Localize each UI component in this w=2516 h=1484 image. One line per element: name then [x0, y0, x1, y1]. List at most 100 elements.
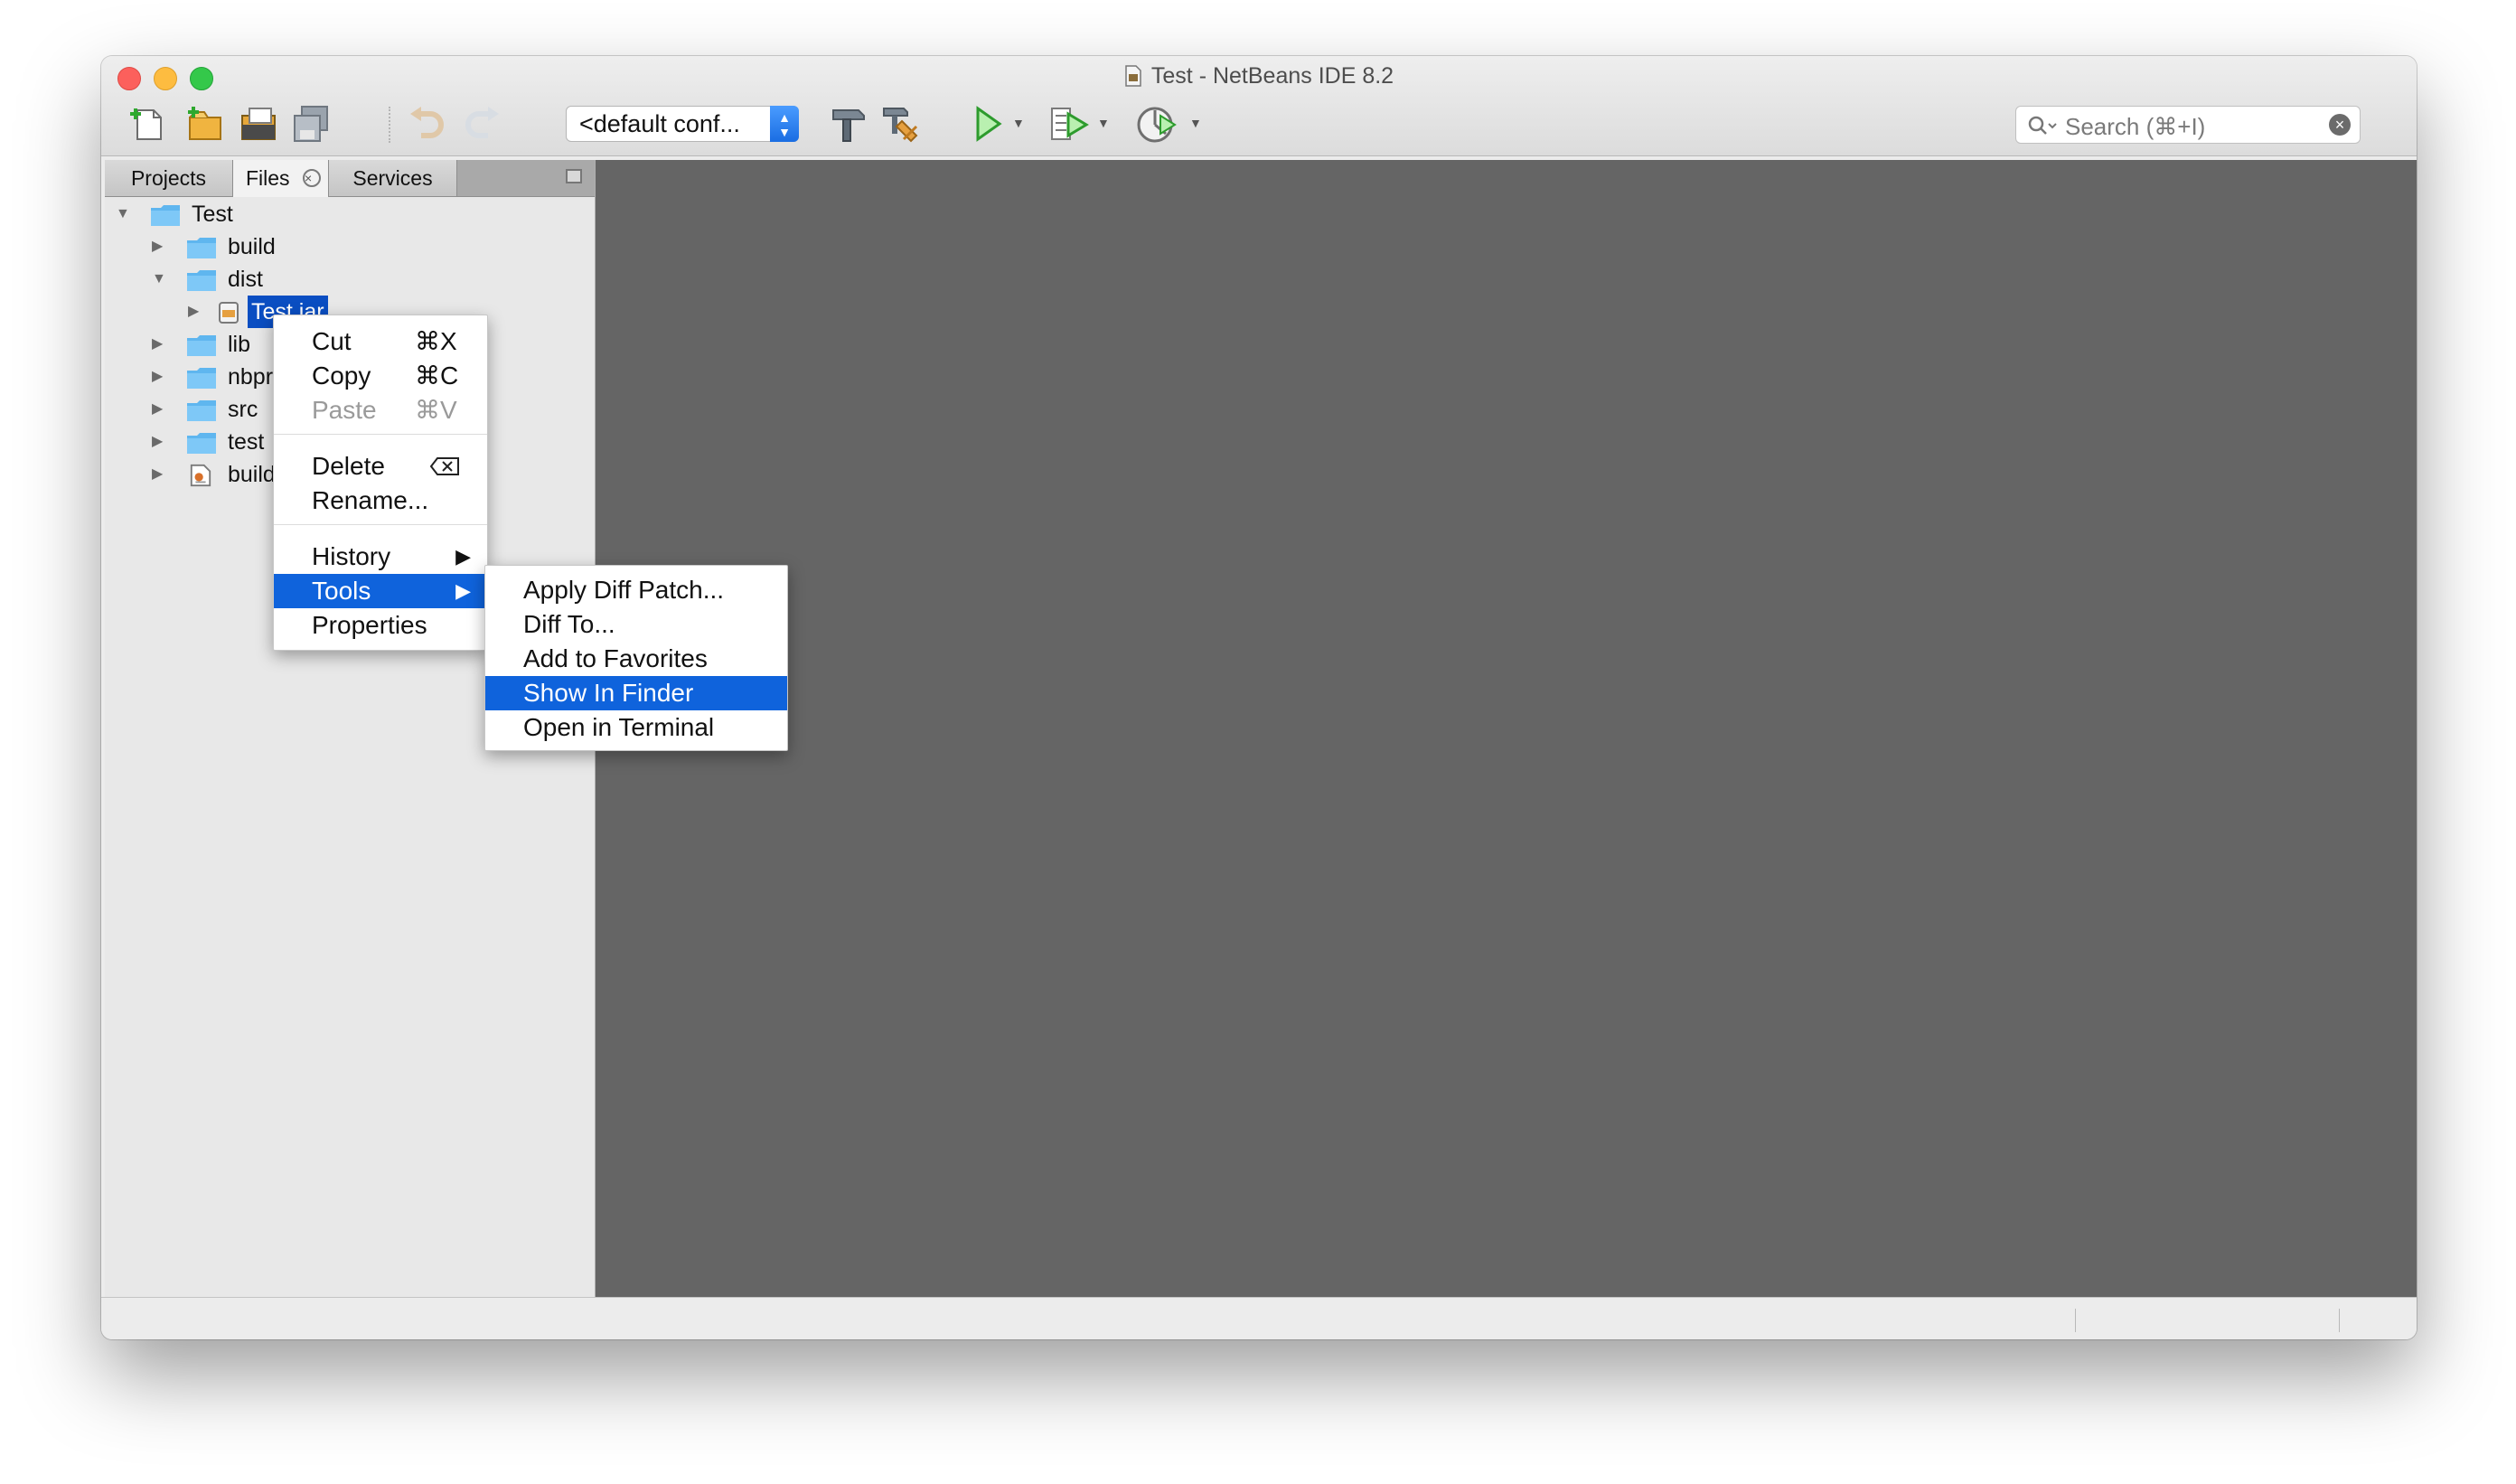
submenu-arrow-icon: ▶ [455, 545, 471, 568]
debug-dropdown-arrow-icon[interactable]: ▼ [1097, 116, 1110, 130]
tree-item-build[interactable]: ▶ build [152, 230, 423, 263]
menu-item-properties[interactable]: Properties [274, 608, 487, 643]
menu-item-label: Show In Finder [523, 679, 694, 707]
run-dropdown-arrow-icon[interactable]: ▼ [1012, 116, 1025, 130]
menu-item-history[interactable]: History ▶ [274, 540, 487, 574]
toolbar-separator [389, 107, 392, 143]
menu-item-label: Paste [312, 396, 377, 424]
menu-item-delete[interactable]: Delete [274, 449, 487, 484]
menu-item-cut[interactable]: Cut ⌘X [274, 324, 487, 359]
tools-submenu: Apply Diff Patch... Diff To... Add to Fa… [484, 565, 788, 751]
menu-item-copy[interactable]: Copy ⌘C [274, 359, 487, 393]
window-title: Test - NetBeans IDE 8.2 [101, 63, 2417, 89]
tab-services-label: Services [352, 166, 433, 190]
menu-item-label: Properties [312, 611, 427, 639]
collapsed-arrow-icon[interactable]: ▶ [152, 393, 170, 426]
folder-icon [187, 335, 216, 356]
tree-item-dist[interactable]: ▼ dist [152, 263, 423, 296]
tree-item-label: Test [192, 202, 233, 227]
expanded-arrow-icon[interactable]: ▼ [116, 198, 134, 230]
tab-files[interactable]: Files × [233, 160, 329, 197]
redo-icon[interactable] [461, 103, 502, 145]
configuration-select[interactable]: <default conf... ▲ ▼ [566, 106, 799, 142]
expanded-arrow-icon[interactable]: ▼ [152, 263, 170, 296]
clear-search-icon[interactable]: × [2329, 114, 2351, 136]
menu-item-label: Apply Diff Patch... [523, 576, 725, 604]
tab-services[interactable]: Services [329, 160, 457, 196]
collapsed-arrow-icon[interactable]: ▶ [152, 230, 170, 263]
select-arrows-icon: ▲ ▼ [770, 106, 799, 142]
clean-build-icon[interactable] [880, 103, 922, 145]
menu-item-shortcut: ⌘C [415, 362, 459, 390]
menu-item-paste: Paste ⌘V [274, 393, 487, 427]
tree-item-label: dist [228, 267, 263, 292]
menu-item-shortcut: ⌘V [415, 396, 457, 424]
tab-files-label: Files [246, 166, 290, 190]
tree-item-root[interactable]: ▼ Test [116, 198, 387, 230]
menu-item-label: Diff To... [523, 610, 615, 638]
save-all-icon[interactable] [291, 103, 333, 145]
window-title-text: Test - NetBeans IDE 8.2 [1150, 63, 1394, 89]
menu-separator [274, 434, 487, 435]
title-bar: Test - NetBeans IDE 8.2 <default conf...… [101, 56, 2417, 156]
tree-item-label: lib [228, 332, 251, 357]
menu-item-tools[interactable]: Tools ▶ [274, 574, 487, 608]
tree-item-label: build [228, 234, 276, 259]
submenu-arrow-icon: ▶ [455, 579, 471, 602]
status-bar [101, 1297, 2417, 1339]
menu-item-shortcut: ⌘X [415, 327, 457, 355]
menu-item-open-in-terminal[interactable]: Open in Terminal [485, 710, 787, 745]
status-divider [2339, 1309, 2340, 1332]
search-icon [2028, 116, 2057, 135]
menu-item-add-to-favorites[interactable]: Add to Favorites [485, 642, 787, 676]
search-field[interactable]: Search (⌘+I) × [2015, 106, 2361, 144]
build-hammer-icon[interactable] [828, 103, 869, 145]
menu-item-label: Rename... [312, 486, 429, 514]
panel-tabs: Projects Files × Services [105, 160, 595, 197]
debug-project-icon[interactable] [1048, 103, 1090, 145]
ide-window: Test - NetBeans IDE 8.2 <default conf...… [101, 56, 2417, 1339]
context-menu: Cut ⌘X Copy ⌘C Paste ⌘V Delete Rename...… [273, 315, 488, 651]
delete-key-icon [429, 457, 459, 475]
menu-item-diff-to[interactable]: Diff To... [485, 607, 787, 642]
menu-item-label: Delete [312, 452, 385, 480]
profile-project-icon[interactable] [1135, 103, 1177, 145]
folder-icon [187, 238, 216, 258]
tree-item-label: src [228, 397, 258, 422]
document-icon [1125, 65, 1141, 87]
tab-projects[interactable]: Projects [105, 160, 233, 196]
folder-icon [151, 205, 180, 226]
status-divider [2075, 1309, 2076, 1332]
menu-item-label: Add to Favorites [523, 644, 708, 672]
tab-projects-label: Projects [130, 166, 207, 190]
menu-item-rename[interactable]: Rename... [274, 484, 487, 518]
editor-area [596, 160, 2417, 1297]
undo-icon[interactable] [407, 103, 448, 145]
menu-item-label: Cut [312, 327, 352, 355]
menu-separator [274, 524, 487, 525]
profile-dropdown-arrow-icon[interactable]: ▼ [1189, 116, 1202, 130]
folder-icon [187, 433, 216, 454]
menu-item-apply-diff-patch[interactable]: Apply Diff Patch... [485, 573, 787, 607]
tree-item-label: test [228, 429, 265, 455]
collapsed-arrow-icon[interactable]: ▶ [152, 361, 170, 393]
collapsed-arrow-icon[interactable]: ▶ [152, 328, 170, 361]
collapsed-arrow-icon[interactable]: ▶ [188, 296, 206, 328]
configuration-select-value: <default conf... [579, 110, 740, 137]
new-file-icon[interactable] [128, 103, 170, 145]
open-project-icon[interactable] [239, 103, 280, 145]
collapsed-arrow-icon[interactable]: ▶ [152, 458, 170, 491]
collapsed-arrow-icon[interactable]: ▶ [152, 426, 170, 458]
menu-item-show-in-finder[interactable]: Show In Finder [485, 676, 787, 710]
minimize-panel-icon[interactable] [566, 169, 582, 183]
menu-item-label: Tools [312, 577, 371, 605]
jar-file-icon [219, 302, 239, 324]
close-tab-icon[interactable]: × [303, 169, 321, 187]
search-placeholder: Search (⌘+I) [2065, 113, 2206, 140]
run-project-icon[interactable] [967, 103, 1009, 145]
ant-build-file-icon [190, 464, 211, 487]
menu-item-label: History [312, 542, 391, 570]
folder-icon [187, 270, 216, 291]
new-project-icon[interactable] [184, 103, 226, 145]
menu-item-label: Open in Terminal [523, 713, 715, 741]
